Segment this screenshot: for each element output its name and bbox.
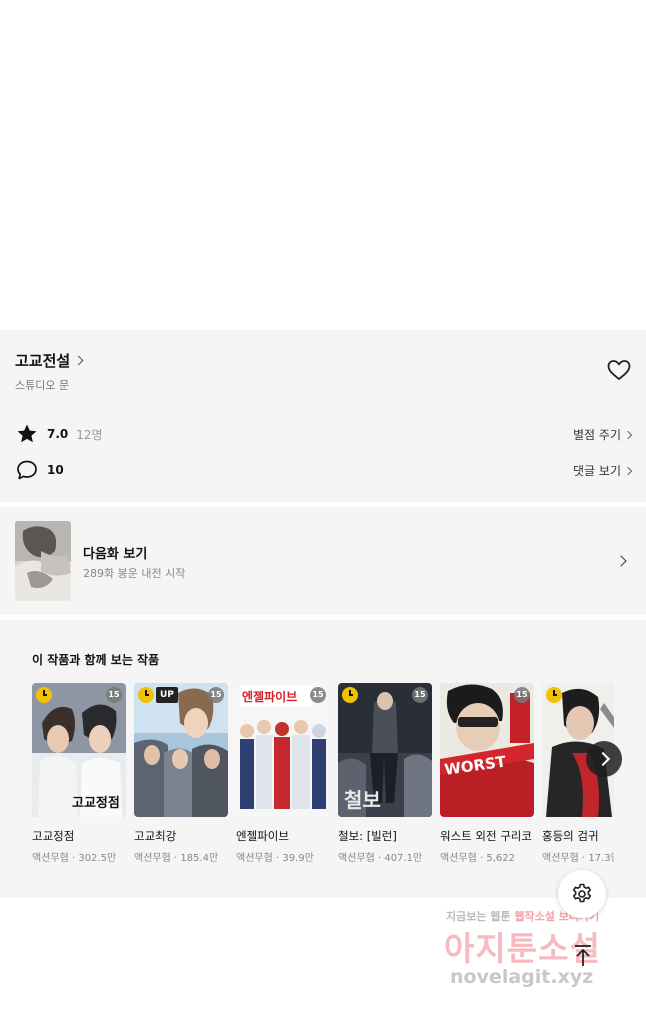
comments-button[interactable]: 댓글 보기 (573, 462, 633, 479)
work-author: 스튜디오 문 (15, 379, 70, 392)
chevron-right-icon (623, 430, 633, 439)
recommendation-title: 고교최강 (134, 829, 177, 843)
comment-row: 10 댓글 보기 (15, 458, 633, 482)
clock-icon (546, 687, 562, 703)
rate-button[interactable]: 별점 주기 (573, 426, 633, 443)
comment-count: 10 (47, 463, 64, 477)
recommendation-title: 홍등의 검귀 (542, 829, 599, 843)
recommendation-title: 엔젤파이브 (236, 829, 289, 843)
age-rating-badge: 15 (208, 687, 224, 703)
recommendation-item[interactable]: 고교정점 15 고교정점 액션무협 · 302.5만 (32, 683, 126, 864)
cover-thumbnail: 고교정점 15 (32, 683, 126, 817)
clock-icon (138, 687, 154, 703)
heart-icon[interactable] (606, 358, 632, 382)
comments-button-label: 댓글 보기 (573, 464, 621, 478)
recommendation-meta: 액션무협 · 5,622 (440, 853, 515, 864)
recommendation-title: 철보: [빌런] (338, 829, 397, 843)
next-episode-thumbnail (15, 521, 71, 601)
recommendation-title: 워스트 외전 구리코 (440, 829, 532, 843)
age-rating-badge: 15 (412, 687, 428, 703)
work-info-card: 고교전설 스튜디오 문 7.0 12명 별점 주기 10 댓글 보기 (0, 330, 646, 502)
cover-thumbnail: 철보 15 (338, 683, 432, 817)
cover-thumbnail: UP 15 (134, 683, 228, 817)
rating-row: 7.0 12명 별점 주기 (15, 422, 633, 446)
recommendation-carousel: 고교정점 15 고교정점 액션무협 · 302.5만 UP 15 고교최강 액션… (32, 683, 614, 893)
recommendation-item[interactable]: UP 15 고교최강 액션무협 · 185.4만 (134, 683, 228, 864)
carousel-next-button[interactable] (586, 741, 622, 777)
next-episode-title: 다음화 보기 (83, 547, 148, 562)
gear-icon (572, 883, 592, 903)
chevron-right-icon (623, 466, 633, 475)
update-badge: UP (156, 687, 178, 703)
blank-header-area (0, 0, 646, 330)
clock-icon (36, 687, 52, 703)
recommendation-title: 고교정점 (32, 829, 75, 843)
rate-button-label: 별점 주기 (573, 428, 621, 442)
recommendation-item[interactable]: 엔젤파이브 15 엔젤파이브 액션무협 · 39.9만 (236, 683, 330, 864)
recommendation-meta: 액션무협 · 185.4만 (134, 853, 219, 864)
recommendation-section: 이 작품과 함께 보는 작품 고교정점 15 고교정점 액션무협 · 302.5… (0, 620, 646, 898)
next-episode-subtitle: 289화 봉운 내전 시작 (83, 567, 186, 580)
work-title: 고교전설 (15, 352, 71, 370)
svg-text:엔젤파이브: 엔젤파이브 (242, 689, 297, 704)
chevron-right-icon (73, 355, 84, 366)
cover-thumbnail: 엔젤파이브 15 (236, 683, 330, 817)
recommendation-meta: 액션무협 · 17.3만 (542, 853, 614, 864)
age-rating-badge: 15 (106, 687, 122, 703)
svg-text:철보: 철보 (344, 788, 381, 812)
recommendation-item[interactable]: WORST 15 워스트 외전 구리코 액션무협 · 5,622 (440, 683, 534, 864)
cover-thumbnail: WORST 15 (440, 683, 534, 817)
next-episode-card[interactable]: 다음화 보기 289화 봉운 내전 시작 (0, 507, 646, 615)
star-icon (17, 424, 37, 443)
settings-button[interactable] (558, 870, 606, 918)
recommendation-meta: 액션무협 · 407.1만 (338, 853, 423, 864)
comment-icon (17, 460, 37, 480)
work-title-link[interactable]: 고교전설 (15, 350, 84, 371)
svg-text:고교정점: 고교정점 (72, 795, 120, 811)
arrow-up-icon[interactable] (566, 938, 600, 972)
recommendation-meta: 액션무협 · 39.9만 (236, 853, 314, 864)
recommendation-item[interactable]: 철보 15 철보: [빌런] 액션무협 · 407.1만 (338, 683, 432, 864)
clock-icon (342, 687, 358, 703)
age-rating-badge: 15 (310, 687, 326, 703)
rating-count: 12명 (76, 427, 103, 442)
recommendation-meta: 액션무협 · 302.5만 (32, 853, 117, 864)
watermark-logo: 지금보는 웹툰 웹작소설 보러가기 아지툰소설 novelagit.xyz (440, 902, 630, 1002)
rating-value: 7.0 (47, 427, 69, 441)
chevron-right-icon (615, 555, 627, 567)
recommendation-heading: 이 작품과 함께 보는 작품 (32, 653, 160, 667)
age-rating-badge: 15 (514, 687, 530, 703)
